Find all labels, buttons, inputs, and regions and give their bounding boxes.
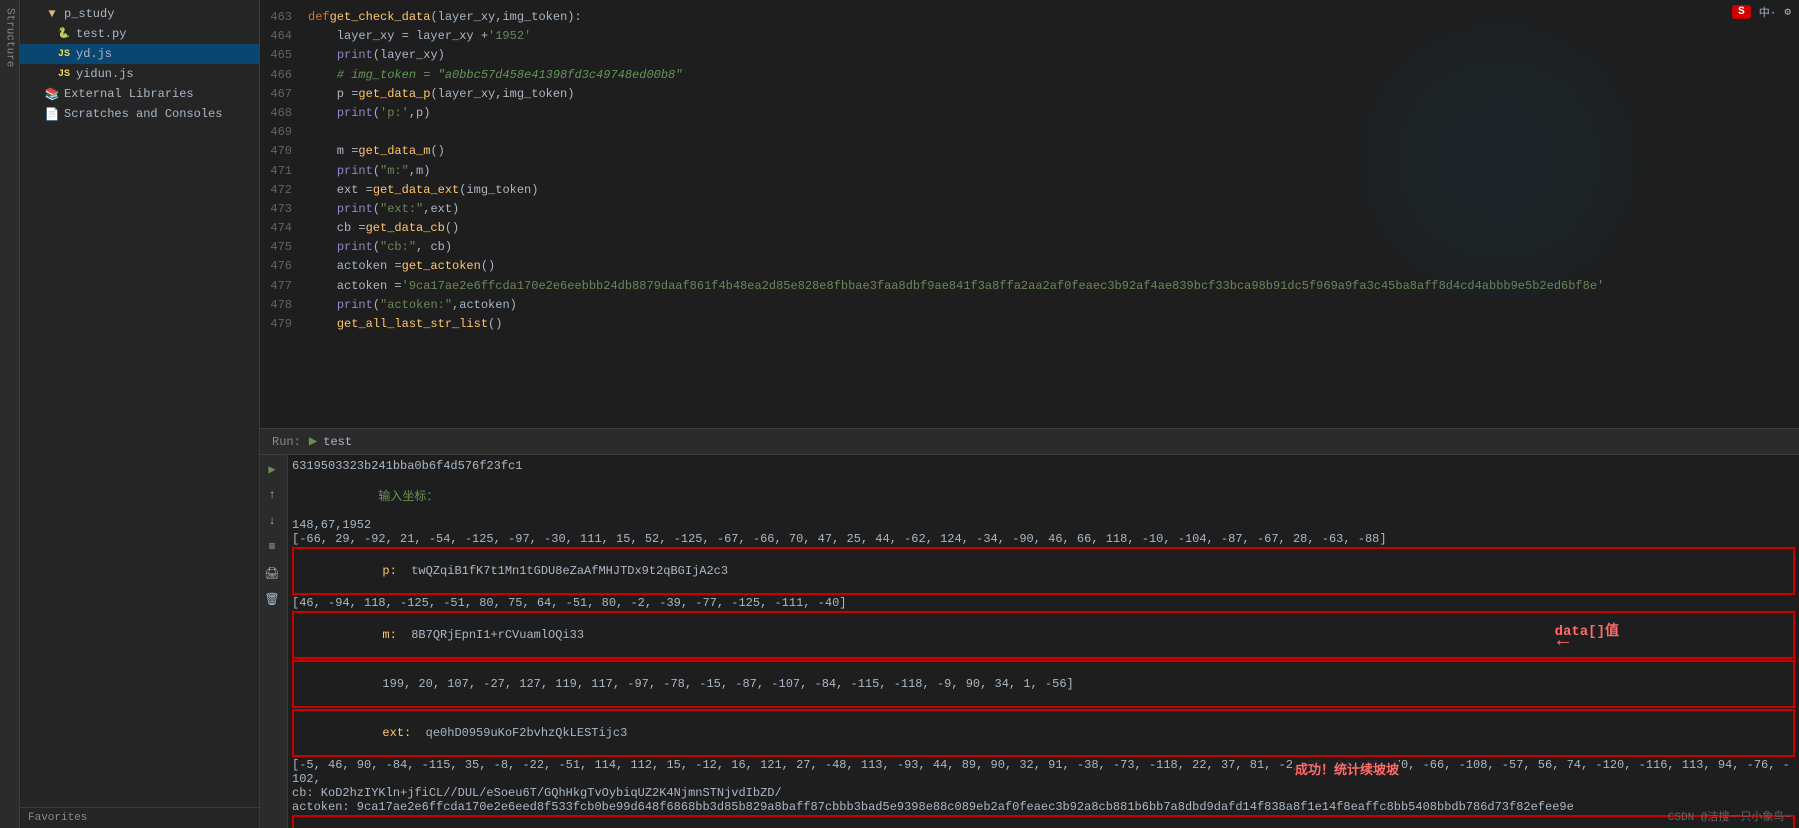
favorites-area: Favorites	[20, 807, 259, 828]
scroll-down-button[interactable]: ↓	[262, 511, 282, 531]
code-line-10: ext = get_data_ext(img_token)	[300, 181, 1799, 200]
clear-button[interactable]: 🗑	[262, 589, 282, 609]
tree-item-label: yd.js	[76, 47, 112, 61]
output-array2: [46, -94, 118, -125, -51, 80, 75, 64, -5…	[292, 596, 1795, 610]
output-actoken-line: actoken: 9ca17ae2e6ffcda170e2e6eed8f533f…	[292, 800, 1795, 814]
run-output-area[interactable]: data[]值 ← 成功！统计续坡坡 6319503323b241bba0b6f…	[288, 455, 1799, 828]
print-button[interactable]: 🖨	[262, 563, 282, 583]
favorites-label: Favorites	[28, 812, 87, 824]
tree-item-label: test.py	[76, 27, 126, 41]
main-area: S 中· ⚙ 463 464 465 466 467 468 469 470	[260, 0, 1799, 828]
tree-item-external-libs[interactable]: 📚 External Libraries	[20, 84, 259, 104]
scroll-up-button[interactable]: ↑	[262, 485, 282, 505]
code-line-15: actoken = '9ca17ae2e6ffcda170e2e6eebbb24…	[300, 277, 1799, 296]
code-line-16: print("actoken:",actoken)	[300, 296, 1799, 315]
output-ext-line: ext: qe0hD0959uKoF2bvhzQkLESTijc3	[292, 709, 1795, 757]
code-line-11: print("ext:",ext)	[300, 200, 1799, 219]
line-numbers: 463 464 465 466 467 468 469 470 471 472 …	[260, 0, 300, 342]
code-line-14: actoken = get_actoken()	[300, 257, 1799, 276]
code-line-8: m = get_data_m()	[300, 142, 1799, 161]
js-file-icon: JS	[56, 46, 72, 62]
output-array4: [-5, 46, 90, -84, -115, 35, -8, -22, -51…	[292, 758, 1795, 786]
code-editor[interactable]: 463 464 465 466 467 468 469 470 471 472 …	[260, 0, 1799, 342]
code-line-4: # img_token = "a0bbc57d458e41398fd3c4974…	[300, 66, 1799, 85]
run-outer: ▶ ↑ ↓ ≡ 🖨 🗑 data[]值 ←	[260, 455, 1799, 828]
menu-button[interactable]: ≡	[262, 537, 282, 557]
js-file-icon-2: JS	[56, 66, 72, 82]
code-line-7	[300, 123, 1799, 142]
success-annotation: 成功！统计续坡坡	[1295, 759, 1399, 778]
code-line-17: get_all_last_str_list()	[300, 315, 1799, 334]
code-line-1: def get_check_data(layer_xy,img_token):	[300, 8, 1799, 27]
code-line-3: print(layer_xy)	[300, 46, 1799, 65]
file-tree-panel: ▼ p_study 🐍 test.py JS yd.js JS yidun.js…	[20, 0, 260, 828]
tree-item-label: yidun.js	[76, 67, 134, 81]
code-line-13: print("cb:", cb)	[300, 238, 1799, 257]
data-annotation-label: data[]值	[1555, 620, 1619, 640]
output-cb-line: cb: KoD2hzIYKln+jfiCL//DUL/eSoeu6T/GQhHk…	[292, 786, 1795, 800]
output-array1: [-66, 29, -92, 21, -54, -125, -97, -30, …	[292, 532, 1795, 546]
code-editor-wrapper: S 中· ⚙ 463 464 465 466 467 468 469 470	[260, 0, 1799, 428]
code-content[interactable]: def get_check_data(layer_xy,img_token): …	[300, 0, 1799, 342]
scratches-icon: 📄	[44, 106, 60, 122]
tree-item-label: Scratches and Consoles	[64, 107, 222, 121]
code-line-6: print('p:',p)	[300, 104, 1799, 123]
run-tab-icon: ▶	[309, 433, 317, 450]
output-dict1: {'d': '', 'm': '8B7QRjEpnI1+rCVuamlOQi33…	[292, 815, 1795, 828]
tree-item-yidun-js[interactable]: JS yidun.js	[20, 64, 259, 84]
play-button[interactable]: ▶	[262, 459, 282, 479]
run-label: Run:	[272, 435, 301, 449]
code-line-9: print("m:",m)	[300, 162, 1799, 181]
code-line-12: cb = get_data_cb()	[300, 219, 1799, 238]
tree-item-yd-js[interactable]: JS yd.js	[20, 44, 259, 64]
csdn-watermark: CSDN @洁搜一只小象鸟~	[1668, 808, 1791, 824]
run-tab[interactable]: ▶ test	[309, 433, 352, 450]
lang-status: 中·	[1759, 4, 1777, 20]
code-line-2: layer_xy = layer_xy + '1952'	[300, 27, 1799, 46]
output-array3: 199, 20, 107, -27, 127, 119, 117, -97, -…	[292, 660, 1795, 708]
tree-item-test-py[interactable]: 🐍 test.py	[20, 24, 259, 44]
tree-item-label: p_study	[64, 7, 114, 21]
output-coord-value: 148,67,1952	[292, 518, 1795, 532]
structure-label: Structure	[0, 0, 20, 75]
tree-item-scratches[interactable]: 📄 Scratches and Consoles	[20, 104, 259, 124]
project-tree: ▼ p_study 🐍 test.py JS yd.js JS yidun.js…	[20, 0, 259, 128]
settings-status[interactable]: ⚙	[1784, 5, 1791, 19]
folder-icon: ▼	[44, 6, 60, 22]
run-toolbar: ▶ ↑ ↓ ≡ 🖨 🗑	[260, 455, 288, 828]
library-icon: 📚	[44, 86, 60, 102]
tree-item-p-study[interactable]: ▼ p_study	[20, 4, 259, 24]
top-right-status-bar: S 中· ⚙	[1732, 4, 1791, 20]
tree-item-label: External Libraries	[64, 87, 194, 101]
s-badge: S	[1732, 5, 1751, 19]
output-p-line: p: twQZqiB1fK7t1Mn1tGDU8eZaAfMHJTDx9t2qB…	[292, 547, 1795, 595]
run-tab-label: test	[323, 435, 352, 449]
run-panel-header: Run: ▶ test	[260, 429, 1799, 455]
output-hash: 6319503323b241bba0b6f4d576f23fc1	[292, 459, 1795, 473]
run-panel: Run: ▶ test ▶ ↑ ↓ ≡ 🖨 🗑	[260, 428, 1799, 828]
python-file-icon: 🐍	[56, 26, 72, 42]
structure-panel-edge: Structure	[0, 0, 20, 828]
output-coord-label: 输入坐标：	[292, 473, 1795, 518]
code-line-5: p = get_data_p(layer_xy,img_token)	[300, 85, 1799, 104]
